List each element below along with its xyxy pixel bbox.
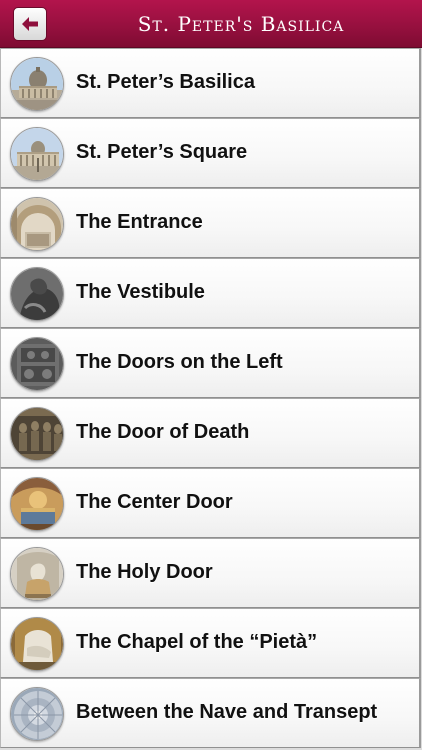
vestibule-thumbnail: [10, 267, 64, 321]
entrance-thumbnail: [10, 197, 64, 251]
topic-list: St. Peter’s Basilica St. Peter’s Square: [0, 48, 422, 748]
basilica-thumbnail: [10, 57, 64, 111]
list-item[interactable]: The Chapel of the “Pietà”: [0, 608, 421, 678]
list-item-label: The Chapel of the “Pietà”: [76, 631, 318, 653]
list-item-label: The Holy Door: [76, 561, 213, 583]
list-item-label: The Center Door: [76, 491, 233, 513]
list-item-label: The Vestibule: [76, 281, 205, 303]
list-item[interactable]: The Vestibule: [0, 258, 421, 328]
square-thumbnail: [10, 127, 64, 181]
back-button[interactable]: [13, 7, 47, 41]
list-item-label: The Doors on the Left: [76, 351, 283, 373]
list-item-label: Between the Nave and Transept: [76, 701, 378, 723]
back-arrow-icon: [22, 17, 38, 31]
list-item-label: St. Peter’s Square: [76, 141, 248, 163]
list-item-label: St. Peter’s Basilica: [76, 71, 255, 93]
nave-dome-thumbnail: [10, 687, 64, 741]
door-of-death-thumbnail: [10, 407, 64, 461]
list-item[interactable]: St. Peter’s Square: [0, 118, 421, 188]
list-item[interactable]: The Entrance: [0, 188, 421, 258]
list-item[interactable]: Between the Nave and Transept: [0, 678, 421, 748]
list-item[interactable]: The Door of Death: [0, 398, 421, 468]
pieta-chapel-thumbnail: [10, 617, 64, 671]
list-item-label: The Entrance: [76, 211, 203, 233]
list-item[interactable]: The Center Door: [0, 468, 421, 538]
list-item-label: The Door of Death: [76, 421, 250, 443]
list-item[interactable]: St. Peter’s Basilica: [0, 48, 421, 118]
list-item[interactable]: The Doors on the Left: [0, 328, 421, 398]
list-item[interactable]: The Holy Door: [0, 538, 421, 608]
page-title: St. Peter's Basilica: [137, 12, 345, 36]
holy-door-thumbnail: [10, 547, 64, 601]
center-door-thumbnail: [10, 477, 64, 531]
nav-bar: St. Peter's Basilica: [0, 0, 422, 48]
doors-left-thumbnail: [10, 337, 64, 391]
